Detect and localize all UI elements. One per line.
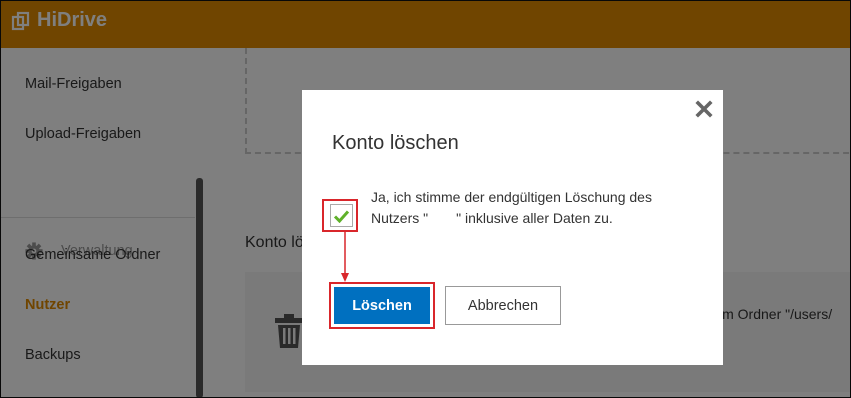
arrow-annotation-icon (341, 232, 349, 282)
consent-text: Ja, ich stimme der endgültigen Löschung … (371, 189, 652, 226)
close-icon[interactable] (695, 100, 713, 118)
cancel-button[interactable]: Abbrechen (445, 286, 561, 325)
delete-account-dialog: Konto löschen Ja, ich stimme der endgült… (302, 90, 723, 365)
checkmark-icon (333, 209, 350, 223)
delete-button[interactable]: Löschen (334, 287, 430, 324)
dialog-title: Konto löschen (332, 132, 459, 154)
consent-checkbox[interactable] (330, 204, 353, 227)
